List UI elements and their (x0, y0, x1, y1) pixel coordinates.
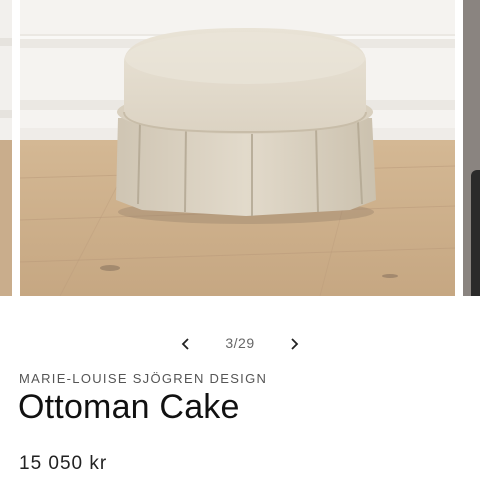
next-slide-image (471, 170, 480, 296)
next-image-button[interactable] (282, 332, 306, 356)
next-slide-peek[interactable] (463, 0, 480, 296)
chevron-right-icon (291, 338, 299, 350)
chevron-left-icon (181, 338, 189, 350)
previous-slide-image (0, 0, 12, 296)
previous-slide-peek[interactable] (0, 0, 12, 296)
ottoman-photo (20, 0, 455, 296)
image-counter: 3/29 (225, 335, 255, 351)
product-image[interactable] (20, 0, 455, 296)
brand-name[interactable]: MARIE-LOUISE SJÖGREN DESIGN (19, 371, 267, 386)
previous-image-button[interactable] (174, 332, 198, 356)
product-title: Ottoman Cake (18, 388, 240, 426)
product-price: 15 050 kr (19, 453, 108, 474)
image-gallery[interactable] (0, 0, 480, 298)
gallery-pager: 3/29 (0, 332, 480, 356)
